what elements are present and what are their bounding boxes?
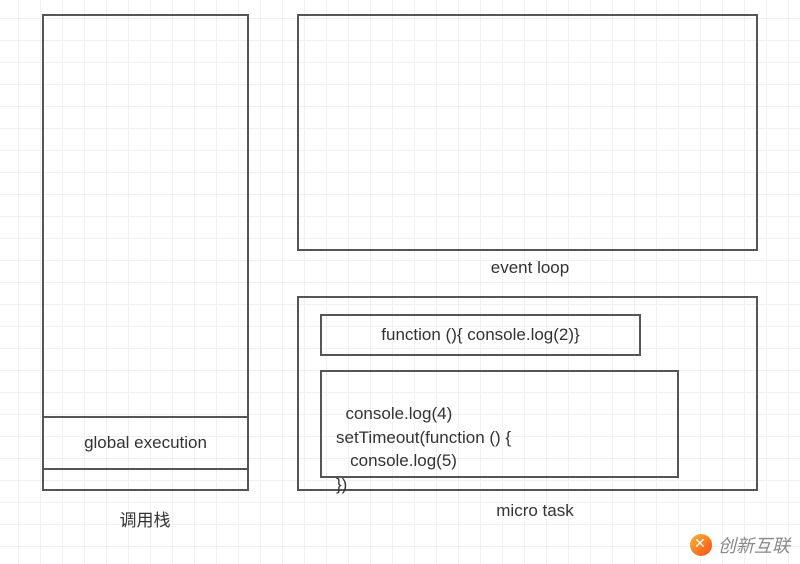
callstack-caption: 调用栈 — [95, 506, 195, 531]
logo-icon — [690, 534, 712, 556]
eventloop-box — [297, 14, 758, 251]
microtask-item-1: console.log(4) setTimeout(function () { … — [320, 370, 679, 478]
watermark-text: 创新互联 — [718, 532, 790, 558]
callstack-frame-label: global execution — [84, 433, 207, 453]
microtask-item-0-code: function (){ console.log(2)} — [381, 325, 579, 345]
callstack-frame-global: global execution — [42, 416, 249, 470]
microtask-caption: micro task — [460, 501, 610, 521]
microtask-item-0: function (){ console.log(2)} — [320, 314, 641, 356]
watermark: 创新互联 — [690, 532, 790, 558]
eventloop-caption: event loop — [440, 258, 620, 278]
